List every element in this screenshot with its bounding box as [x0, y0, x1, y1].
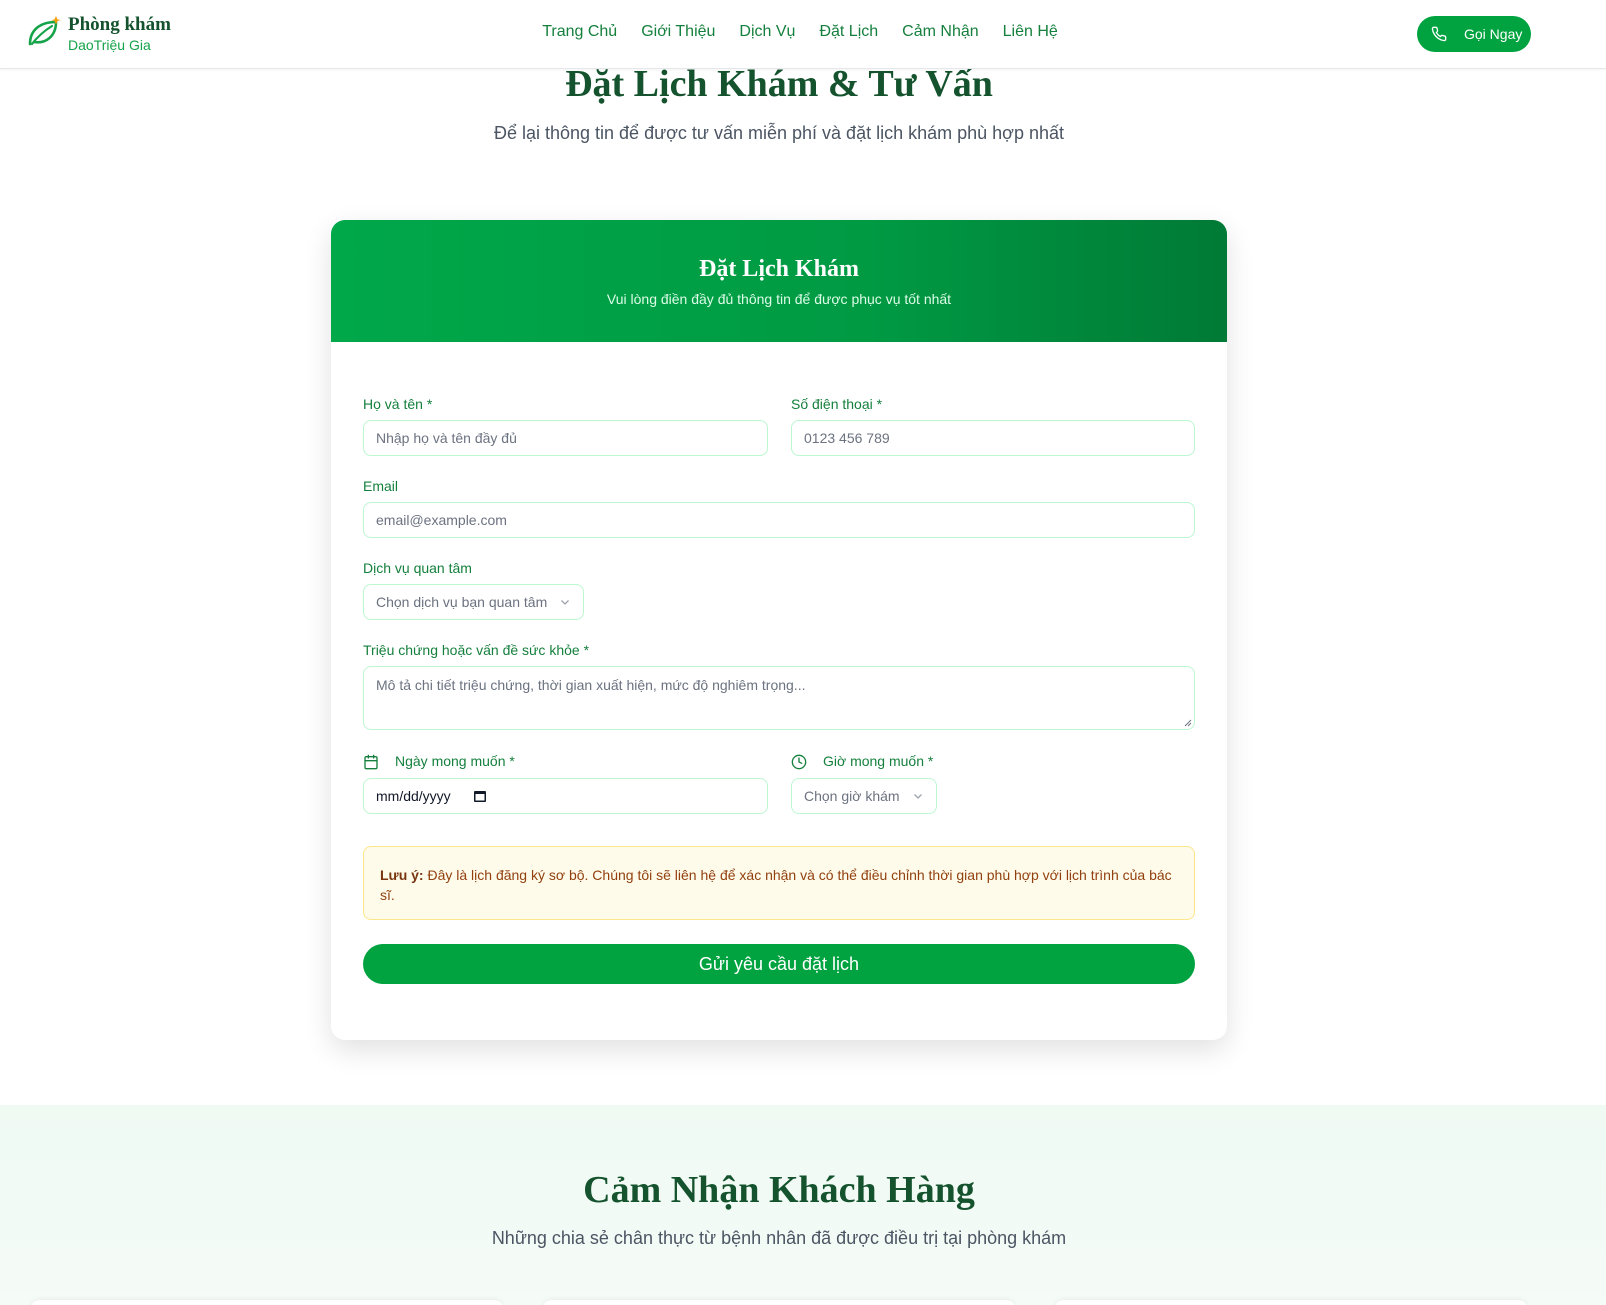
submit-label: Gửi yêu cầu đặt lịch: [698, 953, 860, 974]
nav-contact[interactable]: Liên Hệ: [1003, 23, 1058, 41]
service-selected-value: Chọn dịch vụ bạn quan tâm: [376, 594, 548, 610]
testimonials-title: Cảm Nhận Khách Hàng: [583, 1169, 975, 1211]
email-placeholder: email@example.com: [376, 512, 507, 528]
booking-note: Lưu ý: Đây là lịch đăng ký sơ bộ. Chúng …: [363, 846, 1195, 920]
email-input[interactable]: email@example.com: [363, 502, 1195, 538]
calendar-picker-icon[interactable]: [473, 789, 487, 803]
phone-placeholder: 0123 456 789: [804, 430, 890, 446]
service-label: Dịch vụ quan tâm: [363, 560, 472, 576]
date-value: mm/dd/yyyy: [376, 788, 451, 804]
chevron-down-icon: [914, 794, 922, 799]
name-placeholder: Nhập họ và tên đầy đủ: [376, 430, 517, 446]
form-subtitle: Vui lòng điền đầy đủ thông tin để được p…: [606, 291, 952, 307]
form-header: Đặt Lịch Khám Vui lòng điền đầy đủ thông…: [331, 220, 1227, 342]
testimonial-card: [542, 1300, 1016, 1305]
email-label: Email: [363, 478, 399, 494]
symptoms-placeholder: Mô tả chi tiết triệu chứng, thời gian xu…: [376, 677, 806, 693]
note-label: Lưu ý:: [380, 867, 424, 883]
call-now-label: Gọi Ngay: [1464, 26, 1523, 42]
testimonials-subtitle: Những chia sẻ chân thực từ bệnh nhân đã …: [491, 1228, 1067, 1248]
submit-booking-button[interactable]: Gửi yêu cầu đặt lịch: [363, 944, 1195, 984]
clock-icon: [791, 754, 807, 770]
time-label: Giờ mong muốn *: [823, 753, 934, 769]
name-label: Họ và tên *: [363, 396, 433, 412]
nav-testimonials[interactable]: Cảm Nhận: [902, 23, 978, 41]
time-selected-value: Chọn giờ khám: [804, 788, 900, 804]
booking-section-subtitle: Để lại thông tin để được tư vấn miễn phí…: [493, 123, 1065, 143]
symptoms-label: Triệu chứng hoặc vấn đề sức khỏe *: [363, 642, 590, 658]
main-nav: Trang Chủ Giới Thiệu Dịch Vụ Đặt Lịch Cả…: [0, 23, 1606, 41]
nav-services[interactable]: Dịch Vụ: [739, 23, 795, 41]
testimonials-section: Cảm Nhận Khách Hàng Những chia sẻ chân t…: [0, 1105, 1606, 1305]
booking-form-card: Đặt Lịch Khám Vui lòng điền đầy đủ thông…: [331, 220, 1227, 1040]
chevron-down-icon: [561, 600, 569, 605]
form-title: Đặt Lịch Khám: [698, 256, 859, 282]
testimonial-card: [1054, 1300, 1528, 1305]
time-select[interactable]: Chọn giờ khám: [791, 778, 937, 814]
name-input[interactable]: Nhập họ và tên đầy đủ: [363, 420, 768, 456]
phone-label: Số điện thoại *: [791, 396, 883, 412]
call-now-button[interactable]: Gọi Ngay: [1417, 16, 1531, 52]
calendar-icon: [364, 754, 378, 770]
site-header: Phòng khám DaoTriệu Gia Trang Chủ Giới T…: [0, 0, 1606, 69]
note-text: Đây là lịch đăng ký sơ bộ. Chúng tôi sẽ …: [380, 867, 1172, 903]
date-input[interactable]: mm/dd/yyyy: [363, 778, 768, 814]
nav-home[interactable]: Trang Chủ: [542, 23, 617, 41]
phone-input[interactable]: 0123 456 789: [791, 420, 1195, 456]
testimonial-card: [30, 1300, 504, 1305]
service-select[interactable]: Chọn dịch vụ bạn quan tâm: [363, 584, 584, 620]
date-label: Ngày mong muốn *: [395, 753, 515, 769]
nav-about[interactable]: Giới Thiệu: [641, 23, 715, 41]
nav-booking[interactable]: Đặt Lịch: [819, 23, 878, 41]
phone-icon: [1431, 26, 1447, 42]
resize-handle-icon[interactable]: [1182, 717, 1192, 727]
symptoms-textarea[interactable]: Mô tả chi tiết triệu chứng, thời gian xu…: [363, 666, 1195, 730]
